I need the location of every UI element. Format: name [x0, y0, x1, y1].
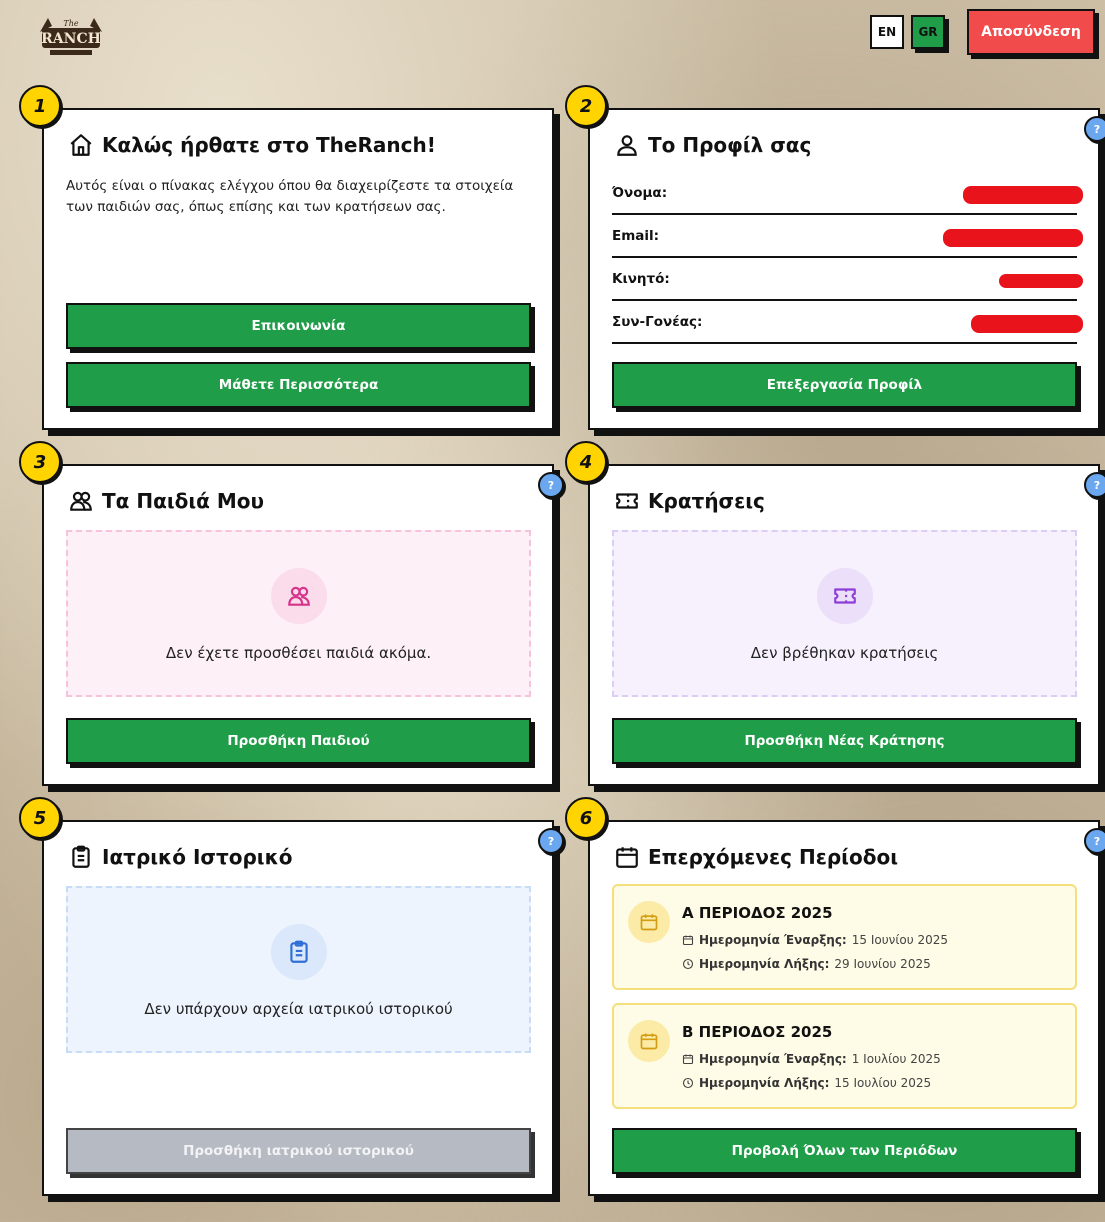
- medical-card: 5 ? Ιατρικό Ιστορικό Δεν υπάρχουν αρχεία…: [19, 797, 564, 1196]
- start-label: Ημερομηνία Έναρξης:: [699, 933, 847, 947]
- lang-en-button[interactable]: EN: [870, 15, 904, 49]
- step-badge: 3: [19, 441, 61, 483]
- users-icon: [270, 568, 327, 624]
- children-card: 3 ? Τα Παιδιά Μου Δεν έχετε προσθέσει πα…: [19, 441, 564, 786]
- profile-phone-label: Κινητό:: [612, 270, 670, 287]
- end-label: Ημερομηνία Λήξης:: [699, 1076, 830, 1090]
- step-badge: 1: [19, 85, 61, 127]
- step-badge: 6: [565, 797, 607, 839]
- clipboard-icon: [270, 924, 327, 980]
- clock-icon: [682, 1077, 694, 1089]
- period-item[interactable]: Β ΠΕΡΙΟΔΟΣ 2025 Ημερομηνία Έναρξης: 1 Ιο…: [612, 1003, 1077, 1109]
- contact-button[interactable]: Επικοινωνία: [66, 303, 531, 349]
- periods-card: 6 ? Επερχόμενες Περίοδοι Α ΠΕΡΙΟΔΟΣ 2025…: [565, 797, 1105, 1196]
- profile-name-row: Όνομα:: [612, 172, 1083, 215]
- bookings-empty-text: Δεν βρέθηκαν κρατήσεις: [750, 644, 939, 662]
- welcome-title: Καλώς ήρθατε στο TheRanch!: [68, 132, 436, 158]
- start-label: Ημερομηνία Έναρξης:: [699, 1052, 847, 1066]
- step-badge: 2: [565, 85, 607, 127]
- add-booking-button[interactable]: Προσθήκη Νέας Κράτησης: [612, 718, 1077, 764]
- profile-email-row: Email:: [612, 215, 1083, 258]
- redacted-value: [971, 315, 1083, 333]
- calendar-icon: [616, 847, 638, 868]
- calendar-icon: [682, 1054, 694, 1065]
- period-name: Β ΠΕΡΙΟΔΟΣ 2025: [682, 1023, 833, 1041]
- periods-title: Επερχόμενες Περίοδοι: [614, 844, 898, 870]
- start-date: 1 Ιουλίου 2025: [851, 1052, 941, 1066]
- children-empty-state: Δεν έχετε προσθέσει παιδιά ακόμα.: [66, 530, 531, 697]
- profile-title: Το Προφίλ σας: [614, 132, 811, 158]
- clipboard-icon: [72, 845, 90, 868]
- period-end: Ημερομηνία Λήξης: 29 Ιουνίου 2025: [682, 957, 931, 971]
- medical-empty-state: Δεν υπάρχουν αρχεία ιατρικού ιστορικού: [66, 886, 531, 1053]
- svg-text:RANCH: RANCH: [41, 31, 101, 47]
- step-badge: 5: [19, 797, 61, 839]
- period-name: Α ΠΕΡΙΟΔΟΣ 2025: [682, 904, 833, 922]
- calendar-icon: [628, 901, 670, 943]
- end-date: 29 Ιουνίου 2025: [834, 957, 931, 971]
- help-icon[interactable]: ?: [1084, 116, 1105, 142]
- welcome-card: 1 Καλώς ήρθατε στο TheRanch! Αυτός είναι…: [19, 85, 554, 430]
- profile-phone-row: Κινητό:: [612, 258, 1083, 301]
- learn-more-button[interactable]: Μάθετε Περισσότερα: [66, 362, 531, 408]
- help-icon[interactable]: ?: [1084, 472, 1105, 498]
- period-start: Ημερομηνία Έναρξης: 15 Ιουνίου 2025: [682, 933, 948, 947]
- profile-coparent-label: Συν-Γονέας:: [612, 313, 703, 330]
- dashboard: The RANCH EN GR Αποσύνδεση 1 Καλώς ήρθατ…: [8, 8, 1105, 1214]
- edit-profile-button[interactable]: Επεξεργασία Προφίλ: [612, 362, 1077, 408]
- user-icon: [617, 135, 637, 156]
- help-icon[interactable]: ?: [538, 828, 564, 854]
- redacted-value: [943, 229, 1083, 247]
- step-badge: 4: [565, 441, 607, 483]
- bookings-empty-state: Δεν βρέθηκαν κρατήσεις: [612, 530, 1077, 697]
- bookings-title: Κρατήσεις: [614, 488, 765, 514]
- clock-icon: [682, 958, 694, 970]
- redacted-value: [963, 186, 1083, 204]
- add-child-button[interactable]: Προσθήκη Παιδιού: [66, 718, 531, 764]
- medical-title: Ιατρικό Ιστορικό: [68, 844, 293, 870]
- users-icon: [70, 491, 92, 511]
- period-item[interactable]: Α ΠΕΡΙΟΔΟΣ 2025 Ημερομηνία Έναρξης: 15 Ι…: [612, 884, 1077, 990]
- period-end: Ημερομηνία Λήξης: 15 Ιουλίου 2025: [682, 1076, 931, 1090]
- logout-button[interactable]: Αποσύνδεση: [967, 9, 1095, 55]
- help-icon[interactable]: ?: [538, 472, 564, 498]
- end-date: 15 Ιουλίου 2025: [834, 1076, 932, 1090]
- children-title: Τα Παιδιά Μου: [68, 488, 264, 514]
- profile-name-label: Όνομα:: [612, 184, 668, 201]
- start-date: 15 Ιουνίου 2025: [851, 933, 949, 947]
- calendar-icon: [628, 1020, 670, 1062]
- end-label: Ημερομηνία Λήξης:: [699, 957, 830, 971]
- ticket-icon: [616, 493, 638, 509]
- redacted-value: [999, 274, 1083, 288]
- profile-coparent-row: Συν-Γονέας:: [612, 301, 1083, 344]
- bookings-card: 4 ? Κρατήσεις Δεν βρέθηκαν κρατήσεις Προ…: [565, 441, 1105, 786]
- home-icon: [70, 134, 92, 156]
- profile-email-label: Email:: [612, 227, 660, 244]
- ticket-icon: [816, 568, 873, 624]
- profile-card: 2 ? Το Προφίλ σας Όνομα: Email: Κινητό: …: [565, 85, 1105, 430]
- view-all-periods-button[interactable]: Προβολή Όλων των Περιόδων: [612, 1128, 1077, 1174]
- add-medical-history-button[interactable]: Προσθήκη ιατρικού ιστορικού: [66, 1128, 531, 1174]
- lang-gr-button[interactable]: GR: [911, 15, 945, 49]
- ranch-logo[interactable]: The RANCH: [34, 10, 108, 60]
- calendar-icon: [682, 935, 694, 946]
- welcome-description: Αυτός είναι ο πίνακας ελέγχου όπου θα δι…: [66, 178, 514, 215]
- period-start: Ημερομηνία Έναρξης: 1 Ιουλίου 2025: [682, 1052, 941, 1066]
- medical-empty-text: Δεν υπάρχουν αρχεία ιατρικού ιστορικού: [144, 1000, 453, 1018]
- children-empty-text: Δεν έχετε προσθέσει παιδιά ακόμα.: [165, 644, 432, 662]
- svg-text:The: The: [63, 19, 78, 28]
- help-icon[interactable]: ?: [1084, 828, 1105, 854]
